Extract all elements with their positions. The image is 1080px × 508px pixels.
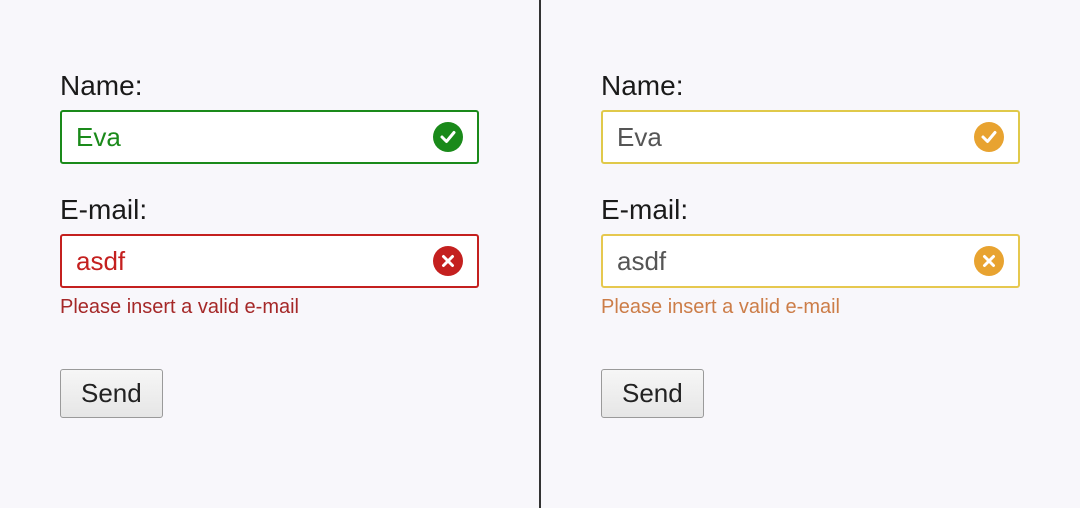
name-label: Name: (60, 70, 479, 102)
email-label: E-mail: (60, 194, 479, 226)
check-circle-icon (974, 122, 1004, 152)
name-label: Name: (601, 70, 1020, 102)
form-panel-colored: Name: E-mail: Please insert a valid e-ma… (0, 0, 541, 508)
x-circle-icon (974, 246, 1004, 276)
send-button[interactable]: Send (60, 369, 163, 418)
name-input-wrap (601, 110, 1020, 164)
name-input[interactable] (76, 122, 433, 153)
check-circle-icon (433, 122, 463, 152)
email-input[interactable] (76, 246, 433, 277)
email-field-group: E-mail: Please insert a valid e-mail (60, 194, 479, 319)
name-field-group: Name: (60, 70, 479, 164)
name-input[interactable] (617, 122, 974, 153)
form-panel-washed: Name: E-mail: Please insert a valid e-ma… (541, 0, 1080, 508)
email-input-wrap (60, 234, 479, 288)
email-error-message: Please insert a valid e-mail (60, 296, 479, 319)
name-field-group: Name: (601, 70, 1020, 164)
email-input[interactable] (617, 246, 974, 277)
send-button[interactable]: Send (601, 369, 704, 418)
email-input-wrap (601, 234, 1020, 288)
x-circle-icon (433, 246, 463, 276)
email-label: E-mail: (601, 194, 1020, 226)
email-error-message: Please insert a valid e-mail (601, 296, 1020, 319)
email-field-group: E-mail: Please insert a valid e-mail (601, 194, 1020, 319)
name-input-wrap (60, 110, 479, 164)
